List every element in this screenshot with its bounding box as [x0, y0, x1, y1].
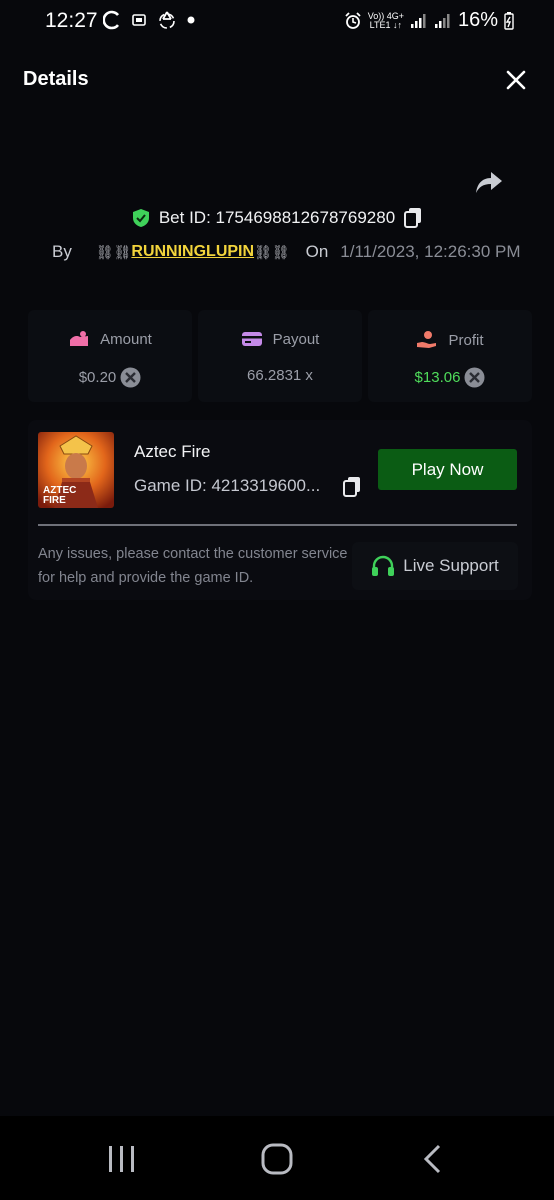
bet-id-row: Bet ID: 1754698812678769280: [0, 207, 554, 229]
play-now-button[interactable]: Play Now: [378, 449, 517, 490]
profit-label: Profit: [448, 331, 484, 349]
battery-percent: 16%: [457, 9, 498, 31]
status-left-icons: [103, 10, 195, 30]
bet-stats: Amount $0.20 Payout 66.2831 x Profit $13…: [28, 310, 532, 402]
amount-icon: [70, 331, 89, 346]
chain-icon-left: ⛓⛓: [95, 243, 132, 260]
stat-amount: Amount $0.20: [28, 310, 192, 402]
status-bar: 12:27 Vo)) 4G+ LTE1 ↓↑ 16%: [0, 0, 554, 44]
headset-icon: [372, 555, 395, 576]
signal-icon-2: [434, 13, 450, 28]
bet-author-row: By ⛓⛓ RUNNINGLUPIN ⛓⛓ On 1/11/2023, 12:2…: [52, 242, 521, 262]
username-link[interactable]: RUNNINGLUPIN: [131, 243, 254, 261]
sync-icon: [103, 10, 120, 30]
home-icon[interactable]: [261, 1143, 293, 1175]
game-id: Game ID: 4213319600...: [134, 476, 321, 495]
game-name: Aztec Fire: [134, 442, 211, 461]
stat-payout: Payout 66.2831 x: [198, 310, 362, 402]
by-label: By: [52, 242, 72, 261]
status-right-icons: Vo)) 4G+ LTE1 ↓↑ 16%: [344, 9, 514, 32]
profit-hand-icon: [417, 331, 437, 348]
screen: 12:27 Vo)) 4G+ LTE1 ↓↑ 16% Details Bet I…: [0, 0, 554, 1200]
signal-icon: [410, 13, 426, 28]
dot-icon: [187, 16, 195, 24]
support-help-text: Any issues, please contact the customer …: [38, 546, 348, 586]
amount-value: $0.20: [78, 369, 117, 386]
alarm-icon: [345, 11, 361, 29]
battery-icon: [504, 11, 514, 30]
game-artwork: AZTEC FIRE: [38, 432, 114, 508]
payout-label: Payout: [272, 330, 320, 348]
close-icon[interactable]: [505, 69, 527, 91]
system-nav-bar: [0, 1116, 554, 1200]
stat-profit: Profit $13.06: [368, 310, 532, 402]
share-icon[interactable]: [474, 168, 504, 196]
live-support-button[interactable]: Live Support: [352, 542, 518, 590]
game-thumbnail[interactable]: AZTEC FIRE: [38, 432, 114, 508]
image-notification-icon: [132, 14, 146, 26]
copy-game-id-icon[interactable]: [342, 476, 362, 498]
game-card: AZTEC FIRE Aztec Fire Game ID: 421331960…: [28, 420, 532, 600]
payout-card-icon: [241, 332, 262, 346]
copy-icon[interactable]: [403, 207, 423, 229]
chain-icon-right: ⛓⛓: [254, 243, 290, 260]
currency-icon: [464, 367, 485, 388]
game-thumb-title-line2: FIRE: [43, 495, 66, 506]
page-title: Details: [23, 68, 89, 90]
bet-id: Bet ID: 1754698812678769280: [158, 208, 396, 227]
bet-date: 1/11/2023, 12:26:30 PM: [340, 242, 521, 261]
back-icon[interactable]: [422, 1143, 444, 1175]
amount-label: Amount: [100, 330, 152, 348]
payout-value: 66.2831 x: [247, 367, 313, 384]
recycle-icon: [159, 11, 175, 29]
on-label: On: [305, 242, 329, 261]
network-label: Vo)) 4G+ LTE1 ↓↑: [368, 11, 404, 30]
network-bottom-label: LTE1 ↓↑: [369, 19, 402, 30]
profit-value: $13.06: [414, 369, 461, 386]
status-time: 12:27: [45, 9, 98, 32]
divider: [38, 524, 517, 526]
live-support-label: Live Support: [403, 556, 499, 575]
shield-check-icon: [132, 209, 149, 227]
currency-icon: [120, 367, 141, 388]
recent-apps-icon[interactable]: [106, 1144, 138, 1174]
